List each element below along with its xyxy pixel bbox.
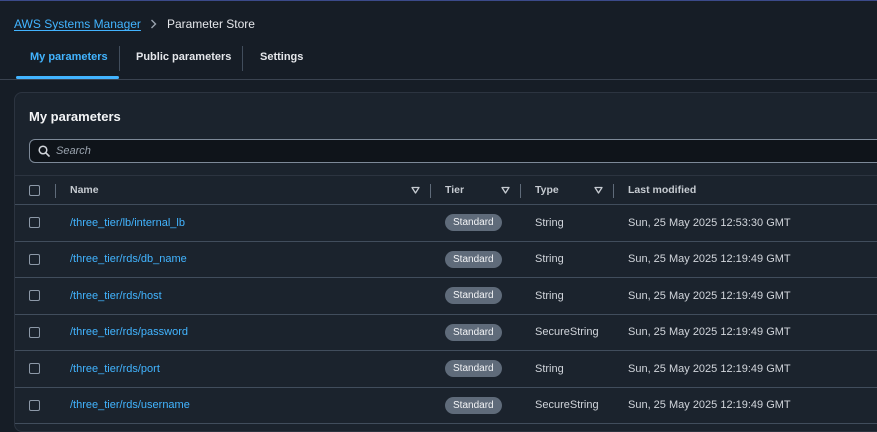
parameter-type: SecureString bbox=[535, 326, 599, 339]
tab-my-parameters[interactable]: My parameters bbox=[16, 44, 119, 79]
parameters-table: Name Tier Type Last modified /three_tier… bbox=[15, 175, 877, 424]
table-row: /three_tier/rds/username Standard Secure… bbox=[15, 388, 877, 424]
breadcrumb: AWS Systems Manager Parameter Store bbox=[14, 17, 255, 31]
panel-title: My parameters bbox=[29, 109, 121, 124]
row-checkbox[interactable] bbox=[29, 399, 40, 411]
tier-badge: Standard bbox=[445, 396, 502, 414]
parameter-type: String bbox=[535, 289, 564, 302]
tier-badge: Standard bbox=[445, 323, 502, 341]
header-last-modified[interactable]: Last modified bbox=[628, 184, 696, 196]
tabs-underline bbox=[0, 79, 877, 80]
sort-caret-down-icon[interactable] bbox=[411, 185, 420, 197]
last-modified: Sun, 25 May 2025 12:19:49 GMT bbox=[628, 362, 791, 375]
header-type[interactable]: Type bbox=[535, 184, 559, 196]
tier-badge: Standard bbox=[445, 250, 502, 268]
breadcrumb-current: Parameter Store bbox=[166, 17, 255, 31]
parameter-name-link[interactable]: /three_tier/rds/password bbox=[70, 326, 188, 338]
table-row: /three_tier/rds/host Standard String Sun… bbox=[15, 278, 877, 315]
parameter-type: SecureString bbox=[535, 399, 599, 412]
parameter-name-link[interactable]: /three_tier/rds/db_name bbox=[70, 253, 187, 265]
parameter-name-link[interactable]: /three_tier/lb/internal_lb bbox=[70, 217, 185, 229]
search-icon bbox=[38, 145, 50, 157]
tab-settings[interactable]: Settings bbox=[243, 44, 323, 79]
parameter-name-link[interactable]: /three_tier/rds/username bbox=[70, 399, 190, 411]
table-row: /three_tier/lb/internal_lb Standard Stri… bbox=[15, 205, 877, 242]
row-checkbox[interactable] bbox=[29, 253, 40, 265]
header-tier[interactable]: Tier bbox=[445, 184, 464, 196]
table-row: /three_tier/rds/password Standard Secure… bbox=[15, 315, 877, 351]
parameter-type: String bbox=[535, 362, 564, 375]
search-input[interactable] bbox=[56, 145, 836, 157]
top-accent-line bbox=[0, 0, 877, 1]
row-checkbox[interactable] bbox=[29, 363, 40, 375]
tier-badge: Standard bbox=[445, 287, 502, 305]
tier-badge: Standard bbox=[445, 214, 502, 232]
parameters-panel: My parameters Name Tier Type Last modifi… bbox=[14, 92, 877, 432]
parameter-name-link[interactable]: /three_tier/rds/host bbox=[70, 290, 162, 302]
sort-caret-down-icon[interactable] bbox=[501, 185, 510, 197]
sort-caret-down-icon[interactable] bbox=[594, 185, 603, 197]
column-separator bbox=[613, 184, 614, 198]
last-modified: Sun, 25 May 2025 12:19:49 GMT bbox=[628, 326, 791, 339]
last-modified: Sun, 25 May 2025 12:19:49 GMT bbox=[628, 399, 791, 412]
row-checkbox[interactable] bbox=[29, 290, 40, 302]
row-checkbox[interactable] bbox=[29, 217, 40, 229]
row-checkbox[interactable] bbox=[29, 326, 40, 338]
column-separator bbox=[520, 184, 521, 198]
last-modified: Sun, 25 May 2025 12:19:49 GMT bbox=[628, 289, 791, 302]
last-modified: Sun, 25 May 2025 12:19:49 GMT bbox=[628, 253, 791, 266]
header-name[interactable]: Name bbox=[70, 184, 99, 196]
search-box[interactable] bbox=[29, 139, 877, 163]
tier-badge: Standard bbox=[445, 360, 502, 378]
table-header: Name Tier Type Last modified bbox=[15, 175, 877, 205]
tab-public-parameters[interactable]: Public parameters bbox=[120, 44, 242, 79]
select-all-checkbox[interactable] bbox=[29, 184, 40, 196]
parameter-type: String bbox=[535, 216, 564, 229]
column-separator bbox=[430, 184, 431, 198]
breadcrumb-systems-manager-link[interactable]: AWS Systems Manager bbox=[14, 17, 141, 31]
chevron-right-icon bbox=[150, 19, 157, 29]
parameter-name-link[interactable]: /three_tier/rds/port bbox=[70, 363, 160, 375]
column-separator bbox=[55, 184, 56, 198]
last-modified: Sun, 25 May 2025 12:53:30 GMT bbox=[628, 216, 791, 229]
parameter-type: String bbox=[535, 253, 564, 266]
table-row: /three_tier/rds/port Standard String Sun… bbox=[15, 351, 877, 388]
tab-bar: My parameters Public parameters Settings bbox=[16, 44, 323, 79]
table-row: /three_tier/rds/db_name Standard String … bbox=[15, 242, 877, 278]
